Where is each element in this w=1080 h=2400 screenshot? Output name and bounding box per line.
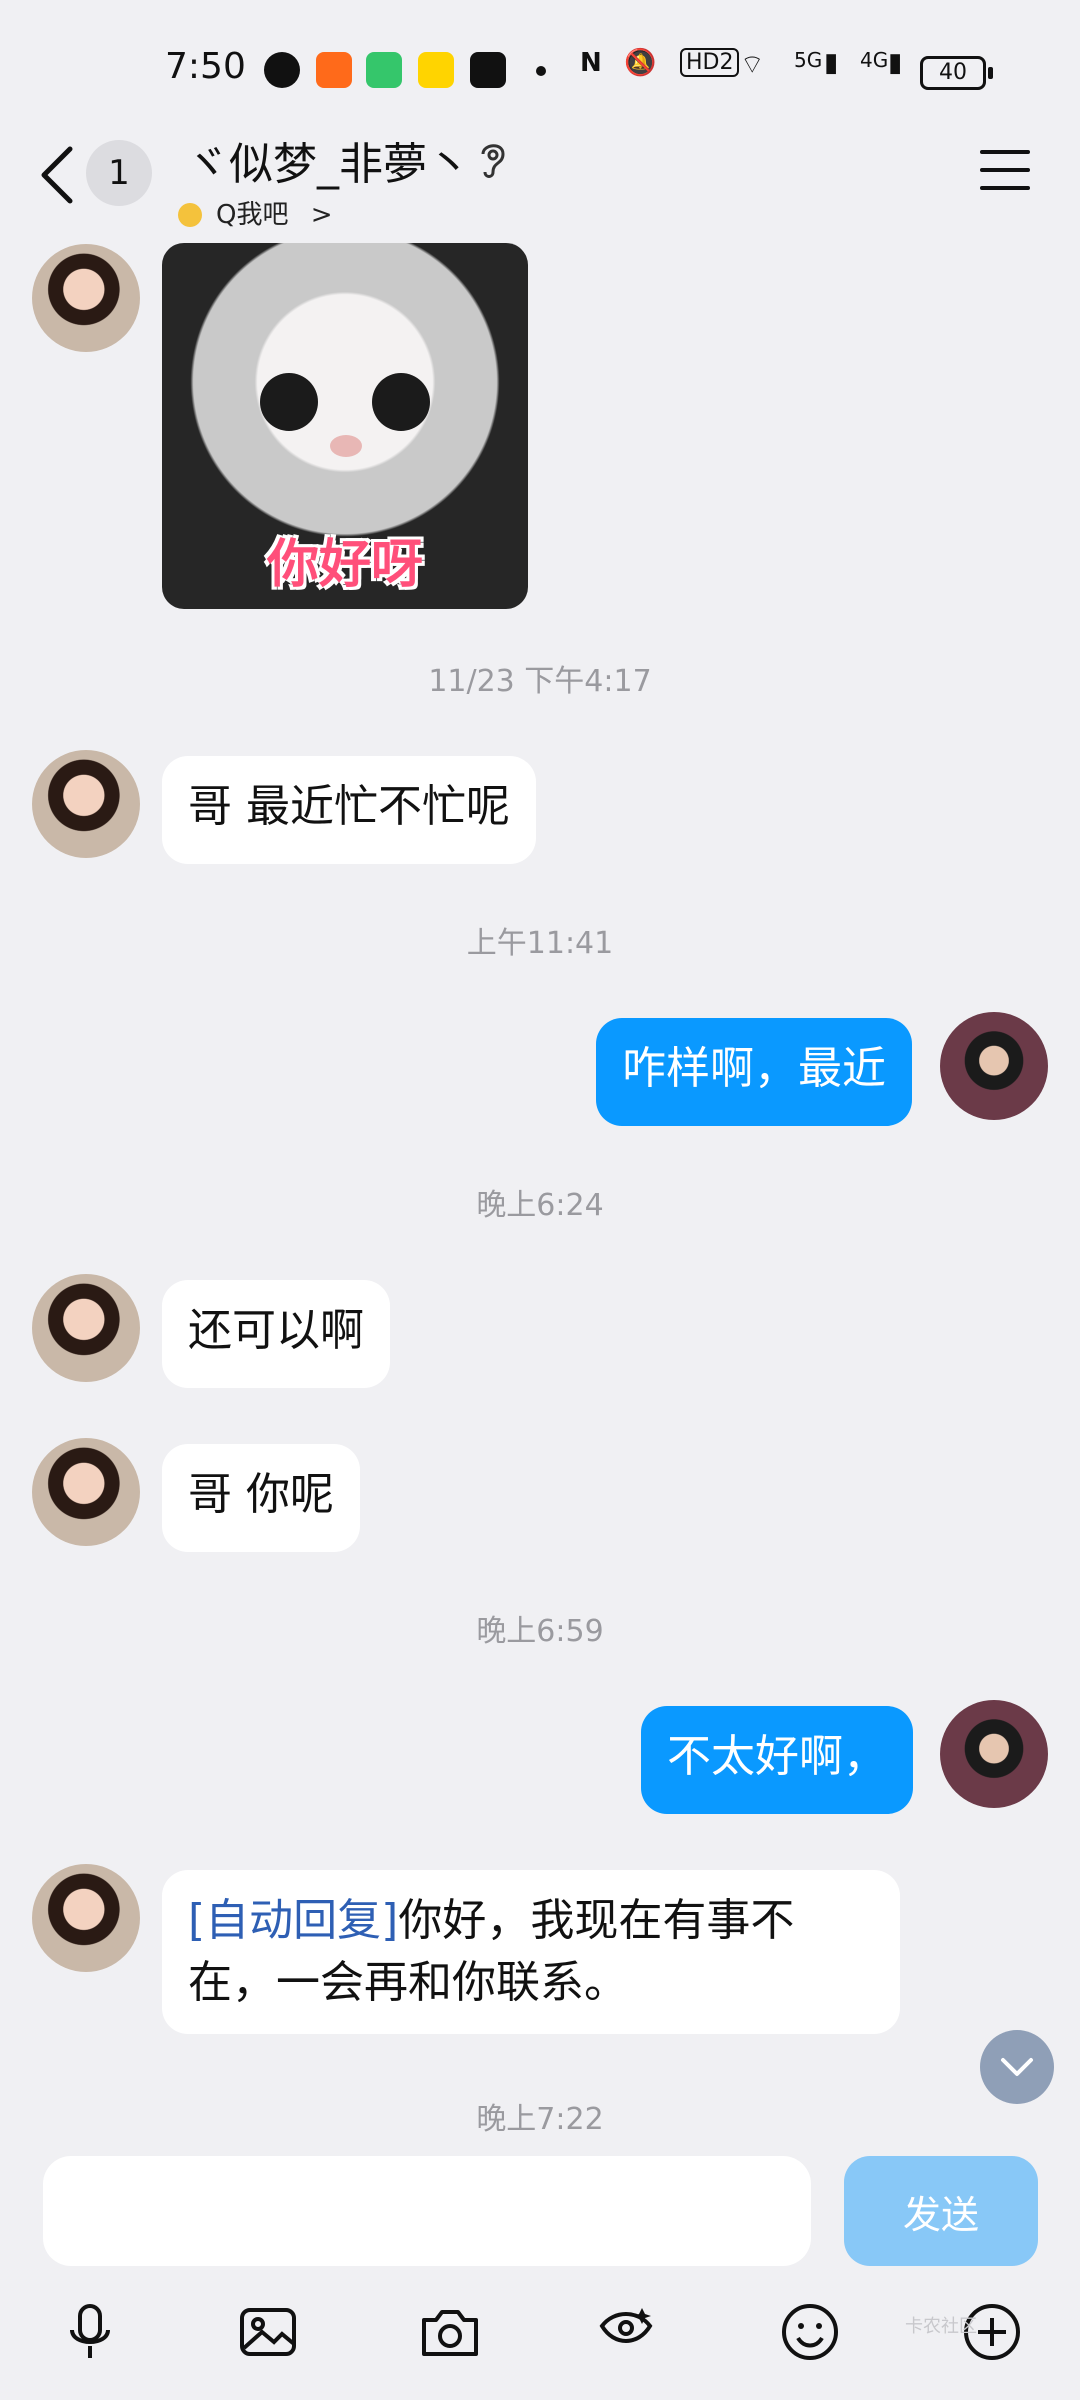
status-bar: 7:50 N 🔕 HD2 ⌔ 5G ▮ 4G ▮ 40 <box>0 0 1080 140</box>
message-input[interactable] <box>43 2156 811 2266</box>
status-time: 7:50 <box>165 46 246 87</box>
mute-icon: 🔕 <box>624 48 657 78</box>
time-separator: 晚上6:24 <box>476 1188 604 1223</box>
redpacket-icon[interactable] <box>594 2300 658 2364</box>
ear-icon[interactable] <box>475 138 511 182</box>
sticker-eye-right <box>372 373 430 431</box>
sticker-eye-left <box>260 373 318 431</box>
camera-icon[interactable] <box>418 2300 482 2364</box>
chevron-down-icon <box>1001 2058 1033 2076</box>
contact-avatar[interactable] <box>32 1864 140 1972</box>
signal-5g: 5G <box>794 48 823 72</box>
scroll-to-bottom-button[interactable] <box>980 2030 1054 2104</box>
back-chevron-icon[interactable] <box>38 145 78 205</box>
wechat-icon <box>264 52 300 88</box>
sticker-image[interactable]: 你好呀 <box>162 243 528 609</box>
time-separator: 11/23 下午4:17 <box>428 664 652 699</box>
status-chevron-icon: > <box>310 200 333 230</box>
contact-avatar[interactable] <box>32 244 140 352</box>
wifi-icon: ⌔ <box>740 50 765 80</box>
emoji-icon[interactable] <box>778 2300 842 2364</box>
sticker-nose <box>330 435 362 457</box>
message-bubble-incoming[interactable]: 哥 你呢 <box>162 1444 360 1552</box>
contact-avatar[interactable] <box>32 1274 140 1382</box>
message-bubble-incoming[interactable]: 哥 最近忙不忙呢 <box>162 756 536 864</box>
signal-4g: 4G <box>860 48 889 72</box>
auto-reply-tag: [自动回复] <box>188 1895 399 1946</box>
send-button[interactable]: 发送 <box>844 2156 1038 2266</box>
message-bubble-incoming[interactable]: 还可以啊 <box>162 1280 390 1388</box>
tiktok-icon <box>470 52 506 88</box>
contact-name[interactable]: ヾ似梦_非夢丶 <box>185 128 471 192</box>
menu-icon[interactable] <box>980 148 1030 192</box>
contact-avatar[interactable] <box>32 750 140 858</box>
time-separator: 上午11:41 <box>466 926 614 961</box>
hd-indicator: HD2 <box>680 48 740 77</box>
notification-dot <box>536 66 546 76</box>
contact-avatar[interactable] <box>32 1438 140 1546</box>
message-bubble-outgoing[interactable]: 咋样啊，最近 <box>596 1018 912 1126</box>
time-separator: 晚上7:22 <box>476 2102 604 2137</box>
contact-status-text: Q我吧 <box>216 200 289 230</box>
user-avatar[interactable] <box>940 1700 1048 1808</box>
battery-indicator: 40 <box>920 56 993 90</box>
signal-bars-4g: ▮ <box>888 48 903 78</box>
app-icon <box>316 52 352 88</box>
contact-status-row[interactable]: Q我吧 > <box>178 194 333 231</box>
unread-count-badge[interactable]: 1 <box>86 140 152 206</box>
video-icon <box>366 52 402 88</box>
gallery-icon[interactable] <box>236 2300 300 2364</box>
time-separator: 晚上6:59 <box>476 1614 604 1649</box>
message-bubble-auto-reply[interactable]: [自动回复]你好，我现在有事不在，一会再和你联系。 <box>162 1870 900 2034</box>
nfc-icon: N <box>580 48 602 78</box>
message-bubble-outgoing[interactable]: 不太好啊， <box>641 1706 913 1814</box>
mic-icon[interactable] <box>58 2300 122 2364</box>
watermark: 卡农社区 <box>905 2316 977 2337</box>
game-icon <box>418 52 454 88</box>
signal-bars-5g: ▮ <box>824 48 839 78</box>
user-avatar[interactable] <box>940 1012 1048 1120</box>
emoji-status-icon <box>178 203 202 227</box>
sticker-caption: 你好呀 <box>266 535 423 595</box>
